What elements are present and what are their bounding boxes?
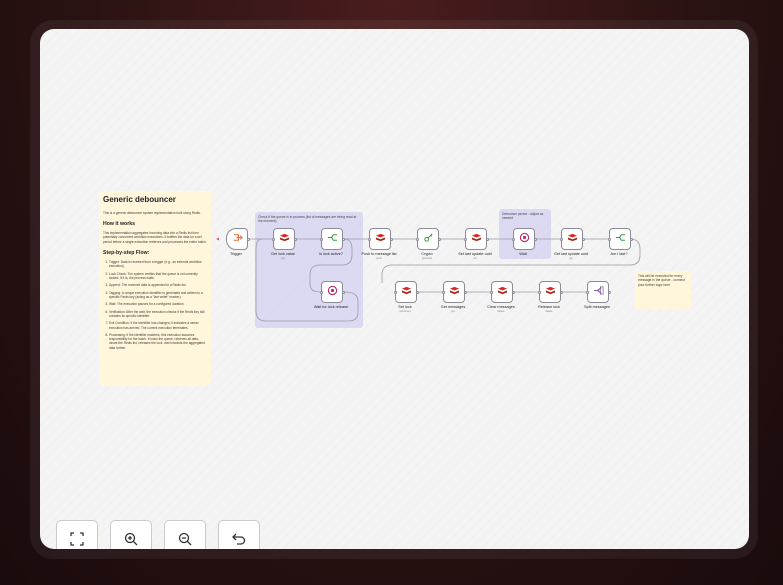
node-label: Wait: [519, 252, 527, 256]
wait-icon: [327, 283, 338, 301]
node-label: Get last update uuid: [554, 252, 588, 256]
node-label: Is lock active?: [319, 252, 343, 256]
node-label: Split messages: [584, 305, 610, 309]
node-subtitle: increment: [399, 310, 411, 313]
fit-view-button[interactable]: [56, 520, 98, 549]
node-label: Wait for lock release: [313, 305, 349, 309]
node-push-to-message-list[interactable]: [367, 228, 393, 250]
redis-icon: [545, 283, 556, 301]
redis-icon: [375, 230, 386, 248]
zoom-in-icon: [123, 531, 139, 550]
node-label: Push to message list: [361, 252, 397, 256]
redis-icon: [497, 283, 508, 301]
node-get-last-update-uuid[interactable]: [559, 228, 585, 250]
if-icon: [327, 230, 338, 248]
node-clear-messages[interactable]: [489, 281, 515, 303]
node-label: Get lock value: [270, 252, 296, 256]
node-label: Set last update uuid: [458, 252, 492, 256]
zoom-out-button[interactable]: [164, 520, 206, 549]
node-wait-for-lock-release[interactable]: [319, 281, 345, 303]
node-split-messages[interactable]: [585, 281, 611, 303]
zoom-in-button[interactable]: [110, 520, 152, 549]
redis-icon: [567, 230, 578, 248]
undo-button[interactable]: [218, 520, 260, 549]
fit-view-icon: [69, 531, 85, 550]
zoom-out-icon: [177, 531, 193, 550]
node-subtitle: delete: [497, 310, 505, 313]
trigger-icon: [232, 230, 243, 248]
node-label: Trigger: [230, 252, 242, 256]
node-label: Set lock: [398, 305, 412, 309]
node-subtitle: set: [473, 257, 477, 260]
redis-icon: [279, 230, 290, 248]
node-get-messages[interactable]: [441, 281, 467, 303]
node-release-lock[interactable]: [537, 281, 563, 303]
undo-icon: [231, 531, 247, 550]
node-label: Am I last?: [610, 252, 628, 256]
split-icon: [593, 283, 604, 301]
node-get-lock-value[interactable]: [271, 228, 297, 250]
node-wait[interactable]: [511, 228, 537, 250]
node-am-i-last[interactable]: [607, 228, 633, 250]
node-subtitle: get: [451, 310, 455, 313]
if-icon: [615, 230, 626, 248]
node-set-last-update-uuid[interactable]: [463, 228, 489, 250]
node-label: Clear messages: [487, 305, 515, 309]
redis-icon: [449, 283, 460, 301]
node-subtitle: delete: [545, 310, 553, 313]
key-icon: [423, 230, 434, 248]
node-subtitle: push: [376, 257, 382, 260]
wait-icon: [519, 230, 530, 248]
node-label: Crypto: [421, 252, 433, 256]
redis-icon: [401, 283, 412, 301]
node-subtitle: get: [569, 257, 573, 260]
node-label: Get messages: [440, 305, 466, 309]
redis-icon: [471, 230, 482, 248]
node-trigger[interactable]: [226, 228, 250, 250]
node-subtitle: get: [281, 257, 285, 260]
node-label: Release lock: [538, 305, 560, 309]
node-crypto[interactable]: [415, 228, 441, 250]
node-set-lock[interactable]: [393, 281, 419, 303]
workflow-canvas[interactable]: Generic debouncer This is a generic debo…: [40, 29, 749, 549]
node-is-lock-active[interactable]: [319, 228, 345, 250]
node-subtitle: generate: [421, 257, 433, 260]
